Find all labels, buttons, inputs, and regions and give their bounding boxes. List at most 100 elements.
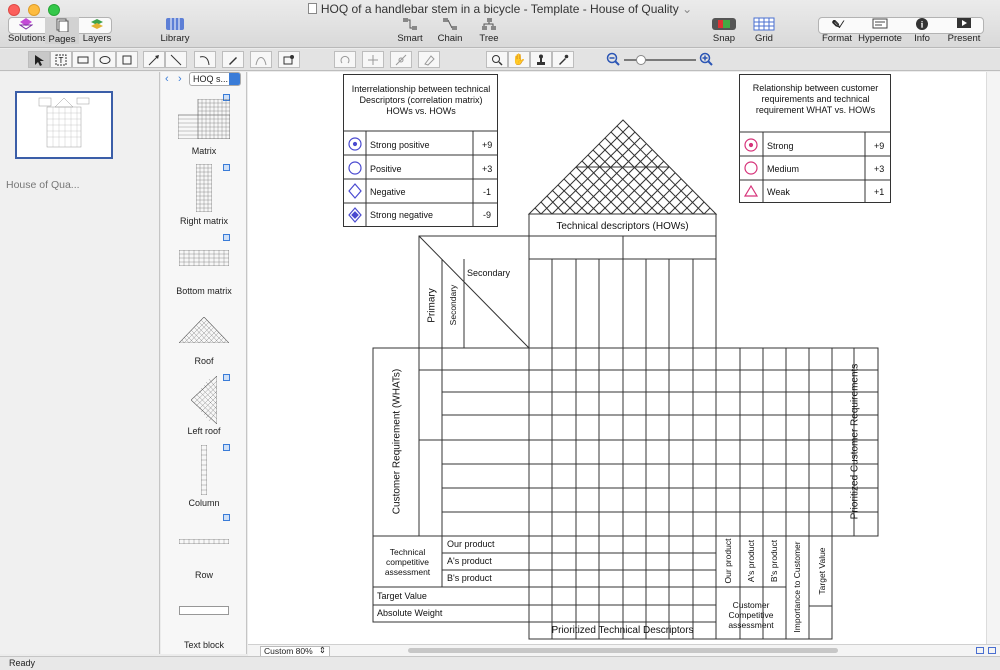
arc-tool[interactable] [194,51,216,68]
customer-requirement-label: Customer Requirement (WHATs) [391,368,403,515]
zoom-slider[interactable] [624,55,696,65]
rectangle-tool[interactable] [72,51,94,68]
dropdown-arrow-icon [229,73,240,85]
a-product-row-label: A's product [447,556,492,566]
library-button[interactable]: Library [158,16,192,44]
fit-page-icon[interactable] [976,647,984,654]
fit-width-icon[interactable] [988,647,996,654]
pen-tool[interactable] [222,51,244,68]
library-item-label: Bottom matrix [176,286,232,296]
bezier-icon [255,56,267,65]
info-button[interactable]: i Info [904,16,940,44]
bottom-matrix-shape-icon [179,250,229,266]
select-tool[interactable] [28,51,50,68]
our-product-row-label: Our product [447,539,495,549]
split-tool[interactable] [390,51,412,68]
square-tool[interactable] [116,51,138,68]
page-thumbnail-label[interactable]: House of Qua... [6,179,80,191]
horizontal-scrollbar-thumb[interactable] [408,648,838,653]
matrix-shape-icon [178,99,230,139]
tree-icon [482,18,496,30]
drawing-canvas[interactable]: Interrelationship between technical Desc… [248,72,986,644]
chain-button[interactable]: Chain [434,16,466,44]
window-title: HOQ of a handlebar stem in a bicycle - T… [0,2,1000,16]
library-item-bottom-matrix[interactable]: Bottom matrix [161,232,247,300]
grid-icon [753,17,775,31]
library-item-roof[interactable]: Roof [161,302,247,370]
tree-button[interactable]: Tree [473,16,505,44]
legend-value: -9 [483,210,492,220]
format-button[interactable]: ✎⁄ Format [818,16,856,45]
legend-value: +9 [482,140,493,150]
ellipse-tool[interactable] [94,51,116,68]
arrow-tool[interactable] [143,51,165,68]
back-chevron-icon[interactable]: ‹ [165,73,169,85]
roof-shape-icon [179,317,229,343]
connector-tool[interactable] [362,51,384,68]
library-selector[interactable]: HOQ s... [189,72,241,86]
layers-button[interactable]: Layers [81,16,113,44]
stamp-tool[interactable] [530,51,552,68]
legend-value: +3 [482,164,493,174]
badge-icon [223,514,230,521]
legend-label: Strong [767,141,794,151]
line-icon [170,54,182,65]
badge-icon [223,164,230,171]
badge-icon [223,444,230,451]
library-item-label: Roof [194,356,214,366]
vertical-scrollbar[interactable] [986,72,1000,644]
present-button[interactable]: Present [944,16,984,44]
zoom-in-icon[interactable] [699,52,713,69]
shape-icon [283,54,294,64]
magnifier-icon [492,54,503,66]
library-item-matrix[interactable]: Matrix [161,92,247,160]
snap-button[interactable]: Snap [706,16,742,44]
library-item-left-roof[interactable]: Left roof [161,372,247,440]
shape-tool[interactable] [278,51,300,68]
status-text: Ready [9,658,36,668]
line-tool[interactable] [165,51,187,68]
legend-label: Positive [370,164,402,174]
a-product-column-label: A's product [746,539,756,583]
pan-tool[interactable]: ✋ [508,51,530,68]
smart-button[interactable]: Smart [394,16,426,44]
b-product-row-label: B's product [447,573,492,583]
solutions-button[interactable]: Solutions [8,16,47,44]
library-item-column[interactable]: Column [161,442,247,510]
text-tool[interactable]: T [50,51,72,68]
grid-button[interactable]: Grid [747,16,781,44]
forward-chevron-icon[interactable]: › [178,73,182,85]
right-matrix-shape-icon [196,164,212,212]
zoom-tool[interactable] [486,51,508,68]
smart-connector-icon [403,18,417,30]
rotate-tool[interactable] [334,51,356,68]
pages-button[interactable]: Pages [45,17,79,45]
legend-label: Strong positive [370,140,430,150]
eraser-tool[interactable] [418,51,440,68]
document-icon [307,3,317,14]
bezier-tool[interactable] [250,51,272,68]
info-icon: i [916,18,928,30]
page-thumbnail-preview [38,97,90,148]
library-item-text-block[interactable]: Text block [161,592,247,654]
status-bar: Ready [0,656,1000,670]
legend-label: Negative [370,187,406,197]
hand-icon: ✋ [512,54,526,66]
primary-label: Primary [426,288,438,323]
our-product-column-label: Our product [723,538,733,584]
library-item-label: Matrix [191,146,217,156]
zoom-slider-knob[interactable] [636,55,646,65]
library-item-right-matrix[interactable]: Right matrix [161,162,247,230]
page-thumbnail[interactable] [15,91,113,159]
eyedropper-tool[interactable] [552,51,574,68]
library-item-row[interactable]: Row [161,512,247,580]
legend-value: +3 [874,164,885,174]
legend-value: -1 [483,187,492,197]
target-value-column-label: Target Value [817,547,827,595]
drawing-tools-bar: T ✋ [0,49,1000,71]
hypernote-button[interactable]: Hypernote [858,16,902,44]
library-item-label: Left roof [187,426,221,436]
pointer-icon [35,54,44,66]
arc-icon [199,55,210,65]
zoom-out-icon[interactable] [606,52,620,69]
